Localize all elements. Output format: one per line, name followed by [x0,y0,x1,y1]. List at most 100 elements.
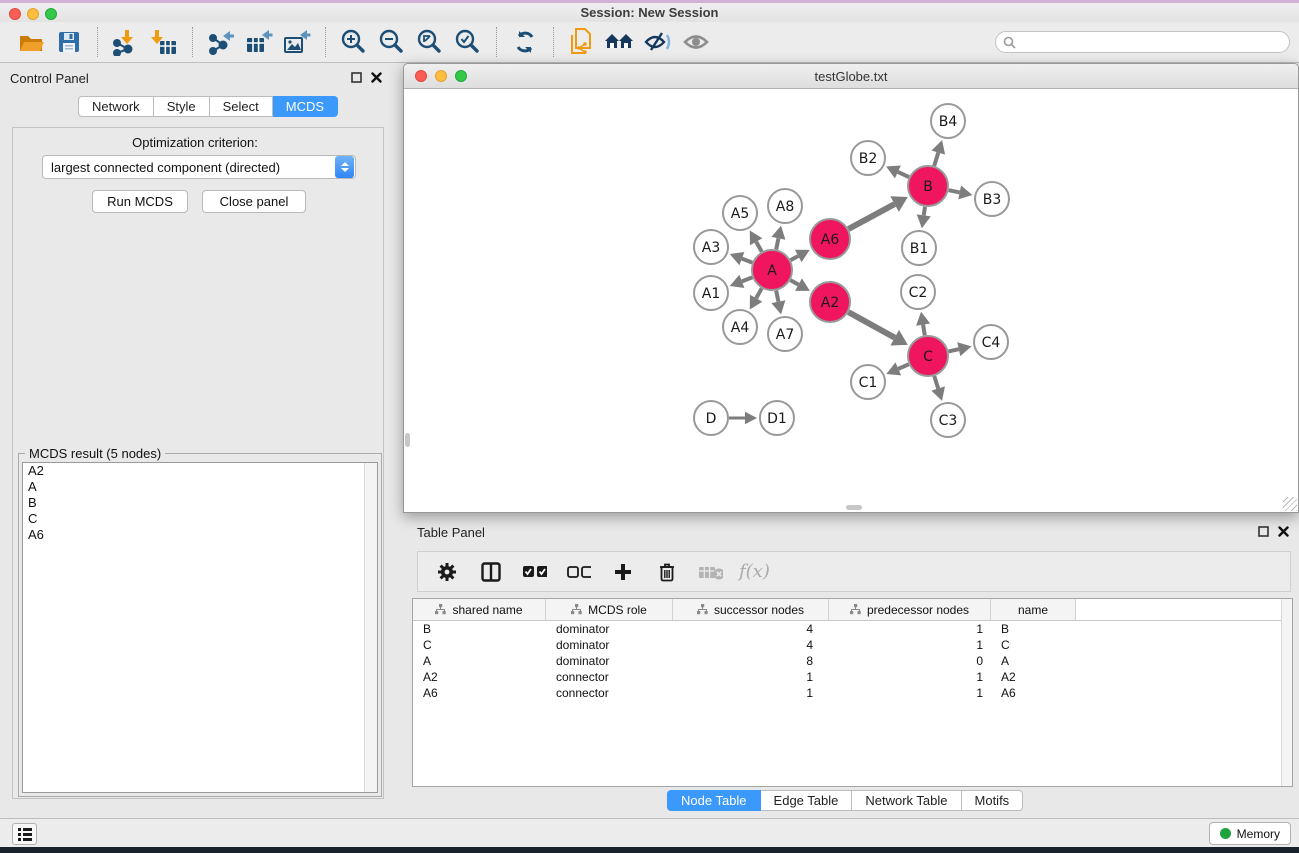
mcds-result-item[interactable]: A2 [23,463,377,479]
column-header-predecessor-nodes[interactable]: predecessor nodes [829,599,991,620]
column-header-successor-nodes[interactable]: successor nodes [673,599,829,620]
table-row[interactable]: A6connector11A6 [413,685,1292,701]
toolbar-separator [325,27,326,57]
columns-button[interactable] [479,560,503,584]
gear-button[interactable] [435,560,459,584]
minimize-window-button[interactable] [27,8,39,20]
column-header-shared-name[interactable]: shared name [413,599,546,620]
search-input[interactable] [1021,35,1289,49]
criterion-select[interactable]: largest connected component (directed) [42,155,356,179]
run-mcds-button[interactable]: Run MCDS [92,190,188,213]
edge-A-A3[interactable] [742,259,752,263]
edge-C-C3[interactable] [934,376,938,388]
function-builder-button[interactable]: f(x) [739,561,770,582]
edge-A-A8[interactable] [776,238,778,249]
table-scrollbar[interactable] [1281,599,1292,786]
column-header-label: MCDS role [588,603,647,617]
refresh-button[interactable] [506,26,544,58]
close-panel-button[interactable]: Close panel [202,190,306,213]
mcds-result-item[interactable]: B [23,495,377,511]
tab-network[interactable]: Network [78,96,154,117]
delete-button[interactable] [655,560,679,584]
import-network-button[interactable] [107,26,145,58]
table-row[interactable]: Bdominator41B [413,621,1292,637]
edge-B-B1[interactable] [924,207,925,216]
mcds-result-list[interactable]: A2ABCA6 [22,462,378,793]
edge-B-B4[interactable] [934,153,938,166]
search-input-wrap [995,31,1290,53]
network-canvas[interactable]: AA2A6BCA1A3A4A5A7A8B1B2B3B4C1C2C3C4DD1 [404,89,1298,512]
scrollbar[interactable] [364,463,377,792]
edge-A-A2[interactable] [790,280,798,284]
close-view-button[interactable] [415,70,427,82]
table-cell: 1 [829,638,991,652]
edge-C-C1[interactable] [898,364,908,369]
edge-C-C2[interactable] [923,325,925,336]
zoom-fit-button[interactable] [411,26,449,58]
attribute-icon [850,604,861,615]
edge-A-A5[interactable] [756,242,762,252]
edge-A-A1[interactable] [742,277,752,281]
resize-grip[interactable] [1283,497,1297,511]
hide-details-button[interactable] [639,26,677,58]
tab-select[interactable]: Select [210,96,273,117]
deselect-all-button[interactable] [567,560,591,584]
zoom-selected-button[interactable] [449,26,487,58]
select-all-button[interactable] [523,560,547,584]
export-network-button[interactable] [202,26,240,58]
import-table-button[interactable] [145,26,183,58]
tab-style[interactable]: Style [154,96,210,117]
export-table-button[interactable] [240,26,278,58]
edge-A-A7[interactable] [776,291,778,302]
delete-table-button[interactable] [699,560,723,584]
edge-A-A6[interactable] [791,256,799,260]
tab-node-table[interactable]: Node Table [667,790,761,811]
session-network-button[interactable] [563,26,601,58]
column-header-MCDS-role[interactable]: MCDS role [546,599,673,620]
column-header-name[interactable]: name [991,599,1076,620]
vertical-scrollbar-thumb[interactable] [405,433,410,447]
tab-mcds[interactable]: MCDS [273,96,338,117]
mcds-result-item[interactable]: C [23,511,377,527]
home-button[interactable] [601,26,639,58]
control-panel-title: Control Panel [10,71,89,86]
table-cell: B [413,622,546,636]
mcds-result-item[interactable]: A [23,479,377,495]
edge-A-A4[interactable] [756,288,762,298]
save-button[interactable] [50,26,88,58]
edge-A6-B[interactable] [848,204,894,229]
zoom-window-button[interactable] [45,8,57,20]
zoom-in-button[interactable] [335,26,373,58]
zoom-view-button[interactable] [455,70,467,82]
memory-button[interactable]: Memory [1209,822,1291,845]
open-file-button[interactable] [12,26,50,58]
tab-network-table[interactable]: Network Table [852,790,961,811]
edge-C-C4[interactable] [948,349,958,351]
edge-B-B2[interactable] [898,172,909,177]
edge-B-B3[interactable] [949,190,960,192]
table-row[interactable]: Cdominator41C [413,637,1292,653]
toolbar-separator [192,27,193,57]
float-panel-icon[interactable] [1258,526,1269,537]
node-label: C2 [909,285,928,301]
edge-A2-C[interactable] [848,312,894,338]
show-panel-list-button[interactable] [12,823,37,845]
node-label: A8 [776,199,794,215]
mcds-result-item[interactable]: A6 [23,527,377,543]
tab-motifs[interactable]: Motifs [962,790,1024,811]
horizontal-scrollbar-thumb[interactable] [846,505,862,510]
tab-edge-table[interactable]: Edge Table [761,790,853,811]
network-window-titlebar[interactable]: testGlobe.txt [404,64,1298,89]
close-panel-icon[interactable] [1278,526,1289,537]
close-panel-icon[interactable] [371,72,382,83]
add-column-button[interactable] [611,560,635,584]
table-row[interactable]: Adominator80A [413,653,1292,669]
show-details-button[interactable] [677,26,715,58]
node-table[interactable]: shared name MCDS role successor nodesprede… [412,598,1293,787]
minimize-view-button[interactable] [435,70,447,82]
table-row[interactable]: A2connector11A2 [413,669,1292,685]
close-window-button[interactable] [9,8,21,20]
zoom-out-button[interactable] [373,26,411,58]
export-image-button[interactable] [278,26,316,58]
float-panel-icon[interactable] [351,72,362,83]
